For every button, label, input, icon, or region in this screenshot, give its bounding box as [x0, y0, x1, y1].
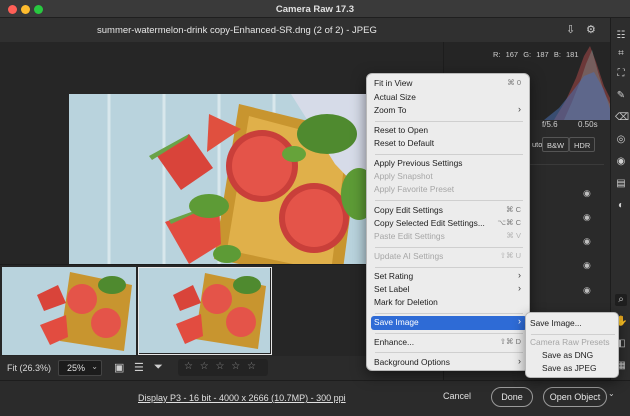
crop-icon[interactable]: ⌗ [615, 48, 627, 60]
gear-icon[interactable]: ⚙ [586, 23, 596, 36]
menu-separator [375, 267, 523, 268]
panel-divider [528, 164, 604, 165]
context-menu: Fit in View ⌘ 0 Actual Size Zoom To › Rese… [366, 73, 530, 371]
chevron-down-icon: ⌄ [91, 362, 98, 371]
menu-item-apply-favorite: Apply Favorite Preset [374, 184, 455, 194]
chevron-right-icon: › [518, 283, 521, 293]
snapshots-icon[interactable]: ▤ [615, 178, 627, 190]
save-image-submenu: Save Image... Camera Raw Presets Save as… [525, 312, 619, 378]
chevron-right-icon: › [518, 316, 521, 326]
redeye-icon[interactable]: ◉ [615, 156, 627, 168]
menu-item-zoom-to[interactable]: Zoom To › [371, 104, 527, 117]
menu-item-reset-to-default[interactable]: Reset to Default [371, 137, 527, 150]
masking-icon[interactable]: ◎ [615, 134, 627, 146]
menu-item-fit-in-view[interactable]: Fit in View ⌘ 0 [371, 77, 527, 90]
menu-item-copy-selected[interactable]: Copy Selected Edit Settings... ⌥⌘ C [371, 217, 527, 230]
menu-item-save-image[interactable]: Save Image › [371, 316, 527, 330]
exif-shutter: 0.50s [578, 120, 598, 129]
menu-separator [531, 334, 615, 335]
menu-item-reset-to-open[interactable]: Reset to Open [371, 124, 527, 137]
transform-icon[interactable]: ⛶ [615, 68, 627, 80]
file-title: summer-watermelon-drink copy-Enhanced-SR… [97, 25, 377, 36]
menu-item-enhance[interactable]: Enhance... ⇧⌘ D [371, 336, 527, 349]
workflow-options-link[interactable]: Display P3 - 16 bit - 4000 x 2666 (10.7M… [138, 393, 346, 403]
menu-item-apply-snapshot: Apply Snapshot [374, 171, 433, 181]
filter-icon[interactable]: ⏷ [154, 361, 163, 374]
menu-item-actual-size[interactable]: Actual Size [371, 91, 527, 104]
eye-icon[interactable]: ◉ [583, 285, 591, 296]
hdr-button[interactable]: HDR [569, 137, 596, 152]
menu-item-paste-edit: Paste Edit Settings ⌘ V [374, 231, 521, 241]
menu-separator [375, 247, 523, 248]
menu-item-set-label[interactable]: Set Label › [371, 283, 527, 296]
compare-view-icon[interactable]: ▣ [114, 361, 124, 374]
menu-separator [375, 352, 523, 353]
chevron-right-icon: › [518, 104, 521, 114]
bw-button[interactable]: B&W [542, 137, 570, 152]
zoom-level-value: 25% [67, 363, 86, 373]
eye-icon[interactable]: ◉ [583, 236, 591, 247]
filmstrip-thumbnail-selected[interactable] [138, 267, 272, 355]
title-bar: Camera Raw 17.3 [0, 0, 630, 18]
menu-item-set-rating[interactable]: Set Rating › [371, 270, 527, 283]
chevron-down-icon[interactable]: ⌄ [608, 389, 624, 405]
zoom-fit-label[interactable]: Fit (26.3%) [7, 363, 51, 373]
star-rating[interactable]: ☆ ☆ ☆ ☆ ☆ [178, 359, 268, 376]
menu-item-mark-deletion[interactable]: Mark for Deletion [371, 296, 527, 309]
eye-icon[interactable]: ◉ [583, 260, 591, 271]
histogram-rgb-readout: R: 167 G: 187 B: 181 [493, 50, 579, 59]
chevron-right-icon: › [518, 270, 521, 280]
submenu-item-save-dng[interactable]: Save as DNG [542, 350, 628, 362]
zoom-icon[interactable]: ⌕ [615, 294, 627, 306]
file-header: summer-watermelon-drink copy-Enhanced-SR… [0, 18, 610, 42]
edit-sliders-icon[interactable]: ☷ [615, 30, 627, 42]
menu-separator [375, 333, 523, 334]
menu-item-copy-edit[interactable]: Copy Edit Settings ⌘ C [371, 204, 527, 217]
cancel-button[interactable]: Cancel [443, 391, 471, 401]
done-button[interactable]: Done [491, 387, 533, 407]
sort-icon[interactable]: ☰ [134, 361, 144, 374]
zoom-level-select[interactable]: 25% ⌄ [58, 360, 102, 376]
menu-separator [375, 200, 523, 201]
remove-icon[interactable]: ⌫ [615, 112, 629, 124]
menu-item-apply-previous[interactable]: Apply Previous Settings [371, 157, 527, 170]
exif-aperture: f/5.6 [542, 120, 558, 129]
menu-separator [375, 313, 523, 314]
eye-icon[interactable]: ◉ [583, 188, 591, 199]
eye-icon[interactable]: ◉ [583, 212, 591, 223]
window-title: Camera Raw 17.3 [275, 4, 355, 15]
save-icon[interactable]: ⇩ [566, 23, 575, 36]
menu-separator [375, 121, 523, 122]
footer: Display P3 - 16 bit - 4000 x 2666 (10.7M… [0, 380, 630, 416]
submenu-presets-header: Camera Raw Presets [530, 337, 610, 347]
menu-item-background-options[interactable]: Background Options › [371, 356, 527, 369]
menu-item-update-ai: Update AI Settings ⇧⌘ U [374, 251, 521, 261]
filmstrip-thumbnail[interactable] [2, 267, 136, 355]
menu-separator [375, 154, 523, 155]
submenu-item-save-jpeg[interactable]: Save as JPEG [542, 363, 628, 375]
heal-icon[interactable]: ✎ [615, 90, 627, 102]
open-object-button[interactable]: Open Object [543, 387, 607, 407]
submenu-item-save-image[interactable]: Save Image... [530, 318, 616, 330]
chevron-right-icon: › [518, 356, 521, 366]
presets-icon[interactable]: ◐ [615, 200, 627, 212]
